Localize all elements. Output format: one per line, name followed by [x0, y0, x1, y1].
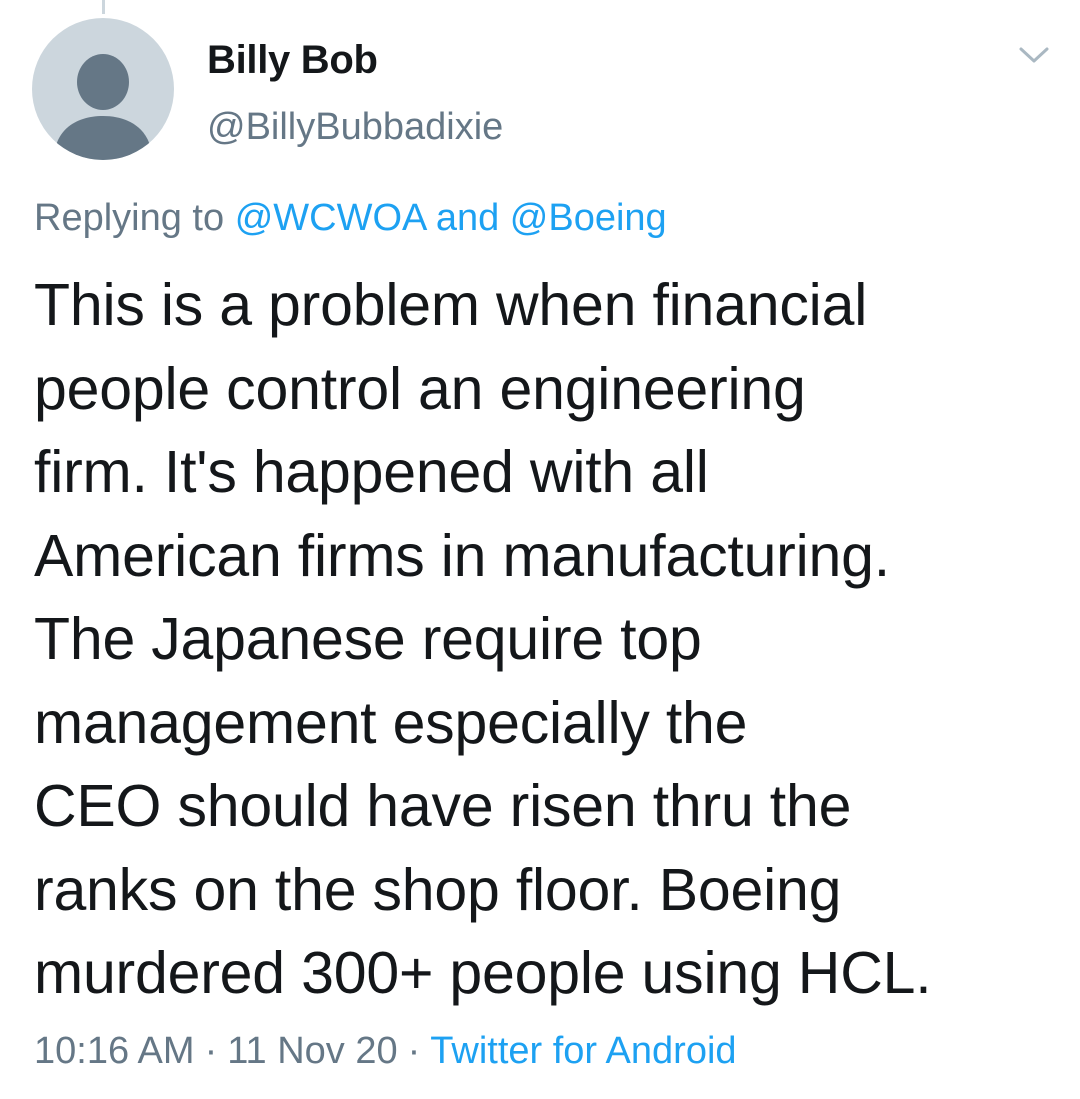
mention-link-boeing[interactable]: @Boeing — [510, 197, 667, 239]
tweet-source-link[interactable]: Twitter for Android — [430, 1030, 736, 1072]
thread-connector-line — [102, 0, 105, 14]
author-handle[interactable]: @BillyBubbadixie — [207, 104, 503, 150]
tweet-text: This is a problem when financial people … — [34, 264, 1044, 1016]
author-info: Billy Bob @BillyBubbadixie — [207, 36, 503, 150]
chevron-down-icon[interactable] — [1018, 44, 1050, 66]
tweet-text-line: American firms in manufacturing. — [34, 522, 890, 589]
tweet-text-line: murdered 300+ people using HCL. — [34, 940, 932, 1006]
tweet-text-line: This is a problem when financial — [34, 272, 868, 338]
tweet-text-line: The Japanese require top — [34, 606, 702, 672]
tweet-text-line: CEO should have risen thru the — [34, 773, 852, 839]
default-profile-silhouette-icon — [54, 54, 152, 160]
tweet-text-line: ranks on the shop floor. Boeing — [34, 856, 842, 923]
tweet-date[interactable]: 11 Nov 20 — [227, 1030, 397, 1072]
tweet-meta: 10:16 AM · 11 Nov 20 · Twitter for Android — [34, 1026, 737, 1076]
mention-link-wcwoa[interactable]: @WCWOA — [235, 197, 426, 239]
replying-to: Replying to @WCWOA and @Boeing — [34, 194, 667, 242]
author-display-name[interactable]: Billy Bob — [207, 36, 503, 84]
replying-to-label: Replying to — [34, 197, 225, 239]
tweet-text-line: firm. It's happened with all — [34, 439, 709, 505]
tweet-text-line: management especially the — [34, 689, 748, 756]
meta-separator: · — [407, 1030, 421, 1072]
meta-separator: · — [204, 1030, 218, 1072]
tweet-time[interactable]: 10:16 AM — [34, 1030, 195, 1072]
replying-and-text[interactable]: and — [436, 197, 499, 239]
avatar[interactable] — [32, 18, 174, 160]
tweet-text-line: people control an engineering — [34, 355, 806, 422]
